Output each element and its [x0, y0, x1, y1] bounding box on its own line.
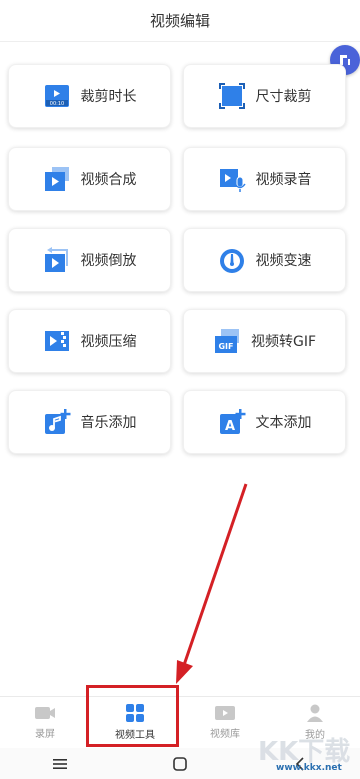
video-compress-icon	[43, 327, 71, 355]
trim-duration-icon: 00:10	[43, 82, 71, 110]
tile-label: 视频转GIF	[250, 334, 317, 350]
annotation-highlight-box	[86, 685, 179, 747]
svg-text:00:10: 00:10	[49, 101, 63, 107]
tile-video-merge[interactable]: 视频合成	[8, 147, 171, 211]
video-reverse-icon	[43, 246, 71, 274]
page-title: 视频编辑	[149, 12, 210, 30]
tile-text-add[interactable]: A 文本添加	[183, 390, 346, 454]
tile-music-add[interactable]: 音乐添加	[8, 390, 171, 454]
profile-icon	[307, 704, 323, 722]
bottom-tab-bar: 录屏 视频工具 视频库 我的	[0, 696, 360, 746]
tab-label: 视频库	[210, 728, 240, 740]
tab-label: 录屏	[35, 728, 55, 740]
screen-record-icon	[35, 706, 55, 719]
tile-label: 尺寸裁剪	[255, 89, 312, 105]
tab-label: 我的	[305, 729, 325, 741]
music-add-icon	[43, 408, 71, 436]
tile-crop-size[interactable]: 尺寸裁剪	[183, 64, 346, 128]
home-nav-button[interactable]	[160, 754, 200, 774]
tile-label: 裁剪时长	[80, 89, 137, 105]
tab-video-library[interactable]: 视频库	[180, 697, 270, 746]
menu-icon	[53, 758, 67, 769]
tab-screen-record[interactable]: 录屏	[0, 697, 90, 746]
top-header: 视频编辑	[0, 0, 360, 42]
tile-video-compress[interactable]: 视频压缩	[8, 309, 171, 373]
tile-label: 音乐添加	[80, 415, 137, 431]
tile-label: 视频压缩	[80, 334, 137, 350]
video-library-icon	[215, 705, 235, 720]
tile-video-reverse[interactable]: 视频倒放	[8, 228, 171, 292]
tab-profile[interactable]: 我的	[270, 697, 360, 746]
tile-label: 视频变速	[255, 253, 312, 269]
speed-gauge-icon	[218, 246, 246, 274]
tile-gif-convert[interactable]: GIF 视频转GIF	[183, 309, 346, 373]
tile-label: 视频倒放	[80, 253, 137, 269]
text-add-icon: A	[218, 408, 246, 436]
watermark-url: www.kkx.net	[276, 763, 342, 773]
home-icon	[173, 756, 187, 771]
tile-trim-duration[interactable]: 00:10 裁剪时长	[8, 64, 171, 128]
tile-video-speed[interactable]: 视频变速	[183, 228, 346, 292]
tile-label: 视频合成	[80, 172, 137, 188]
video-record-audio-icon	[218, 165, 246, 193]
menu-nav-button[interactable]	[40, 754, 80, 774]
video-merge-icon	[43, 165, 71, 193]
tile-label: 视频录音	[255, 172, 312, 188]
tile-label: 文本添加	[255, 415, 312, 431]
crop-size-icon	[218, 82, 246, 110]
svg-text:GIF: GIF	[218, 342, 233, 351]
gif-convert-icon: GIF	[213, 327, 241, 355]
tile-video-record-audio[interactable]: 视频录音	[183, 147, 346, 211]
svg-text:A: A	[224, 419, 234, 434]
